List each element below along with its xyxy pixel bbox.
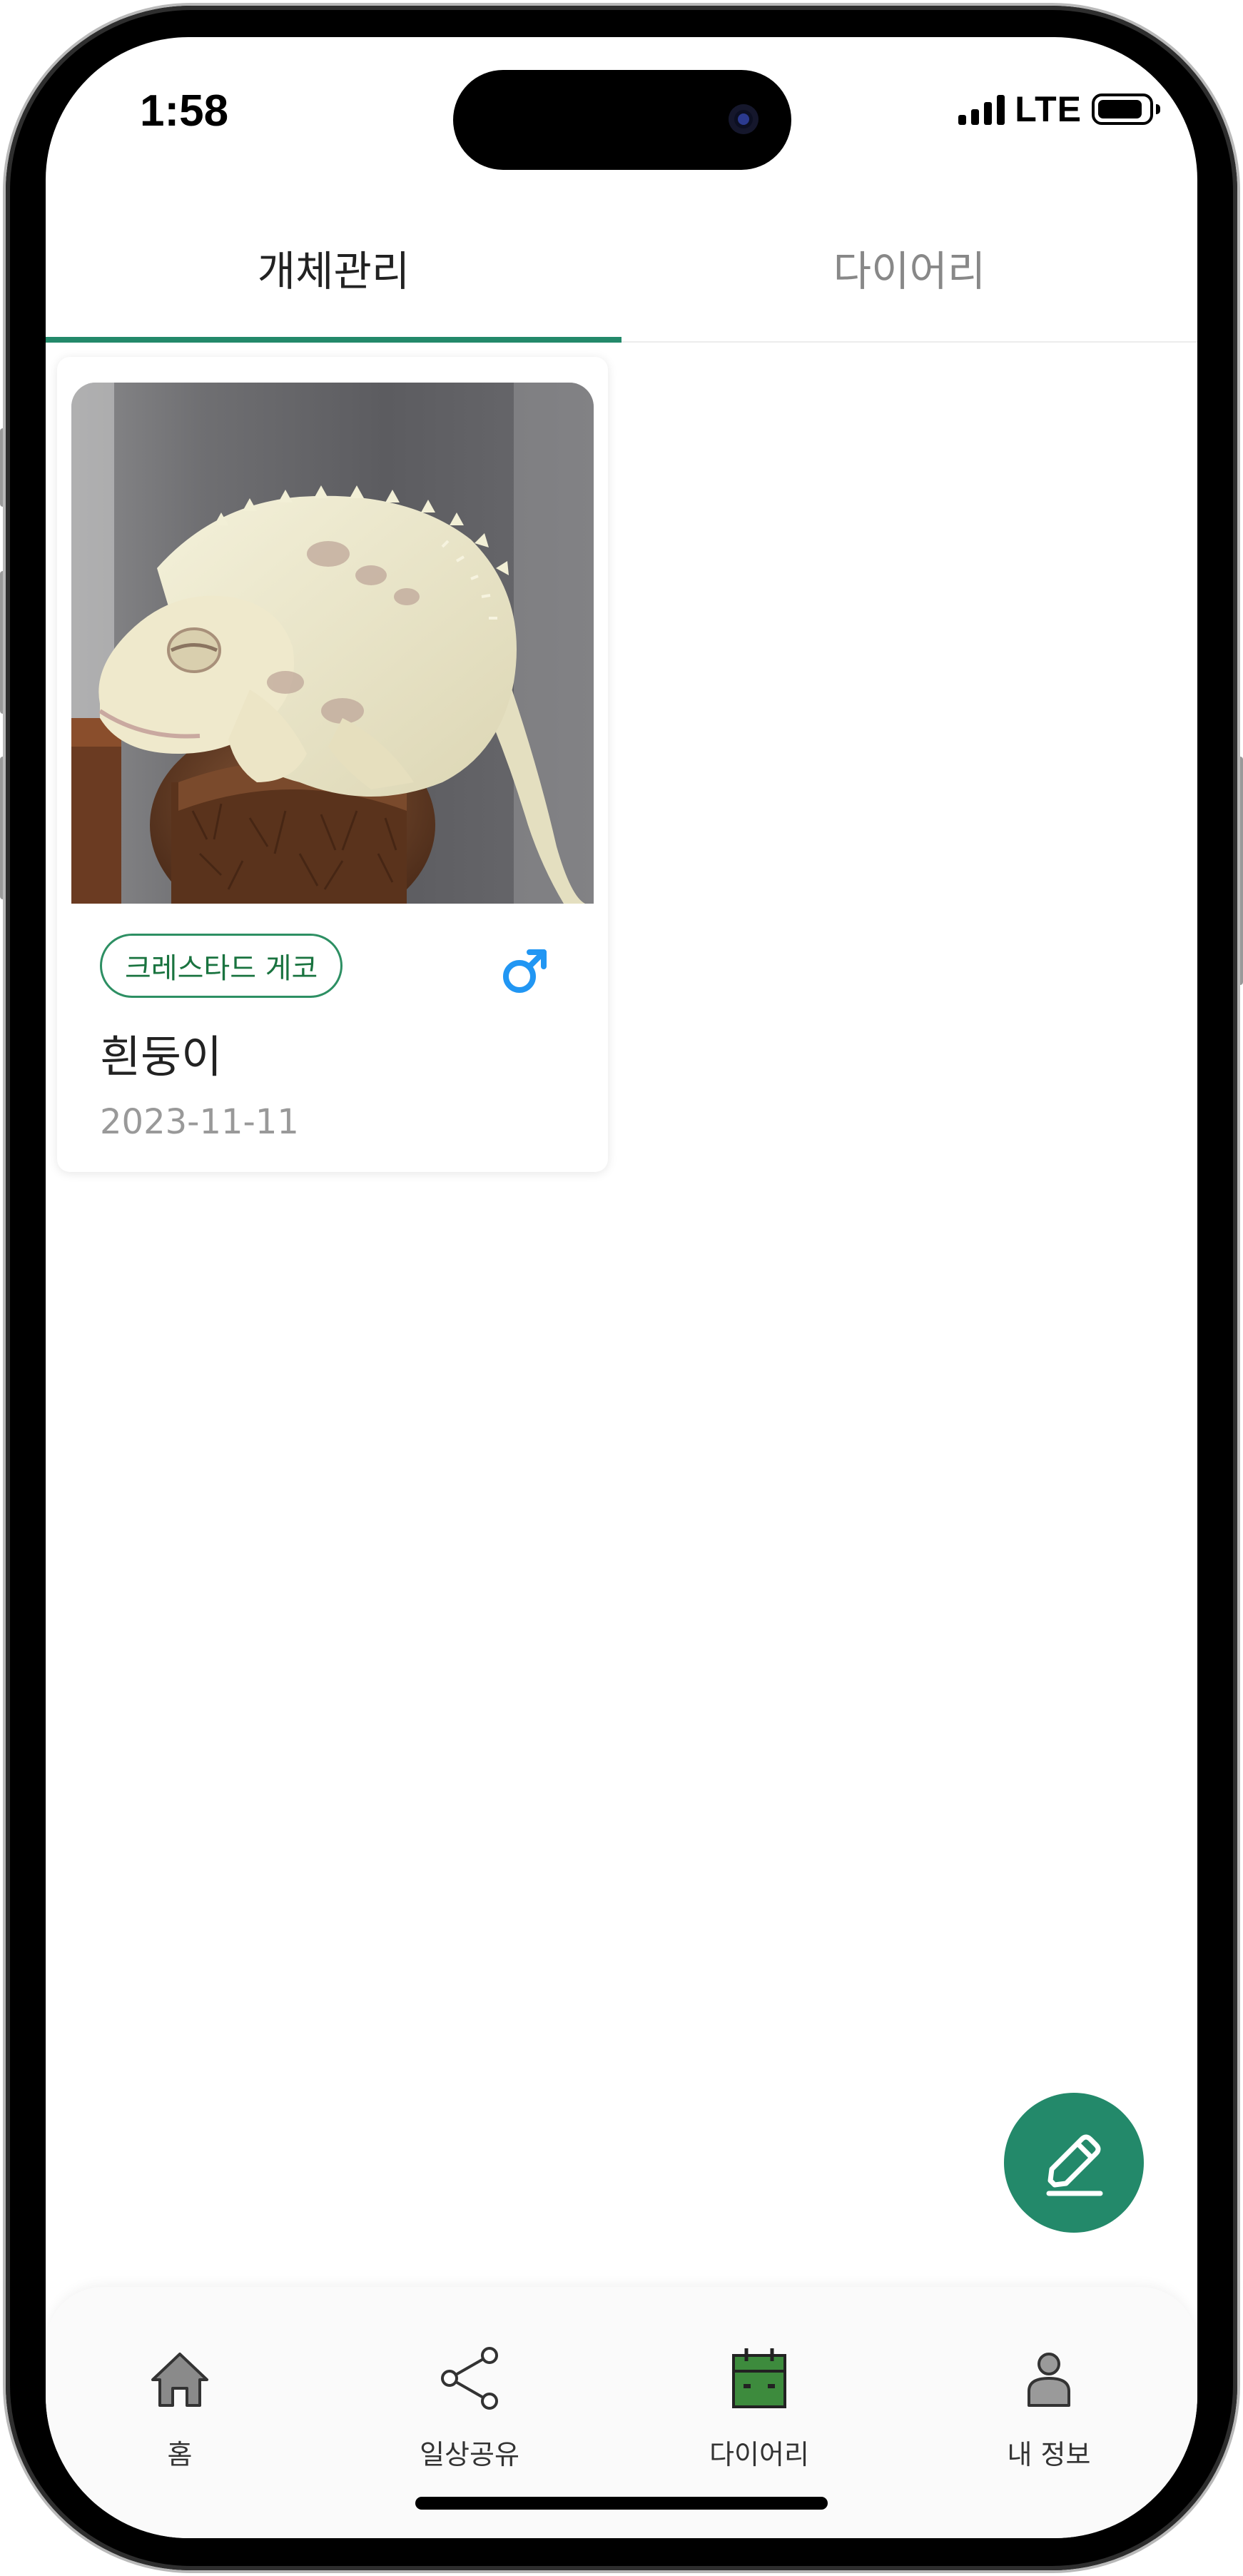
dynamic-island xyxy=(453,70,791,170)
nav-item-home[interactable]: 홈 xyxy=(73,2344,287,2487)
write-button[interactable] xyxy=(1004,2093,1144,2233)
nav-item-profile[interactable]: 내 정보 xyxy=(942,2344,1156,2487)
nav-label-diary: 다이어리 xyxy=(709,2439,809,2470)
battery-icon xyxy=(1092,94,1160,125)
species-tag: 크레스타드 게코 xyxy=(100,934,343,998)
status-time: 1:58 xyxy=(140,86,229,136)
nav-item-share[interactable]: 일상공유 xyxy=(362,2344,577,2487)
signal-icon xyxy=(958,94,1005,125)
gecko-photo xyxy=(71,383,594,904)
male-icon xyxy=(503,949,547,993)
animal-date: 2023-11-11 xyxy=(100,1102,299,1142)
calendar-icon xyxy=(732,2348,786,2408)
animal-name: 흰둥이 xyxy=(100,1031,223,1083)
nav-item-diary[interactable]: 다이어리 xyxy=(652,2344,866,2487)
pencil-icon xyxy=(1046,2134,1103,2196)
tab-diary[interactable]: 다이어리 xyxy=(622,194,1197,341)
status-indicators: LTE xyxy=(958,89,1160,130)
nav-label-profile: 내 정보 xyxy=(1007,2439,1091,2470)
tab-animal-management[interactable]: 개체관리 xyxy=(46,194,622,341)
animal-card[interactable]: 크레스타드 게코 흰둥이 2023-11-11 xyxy=(57,357,608,1172)
nav-label-share: 일상공유 xyxy=(420,2439,519,2470)
network-label: LTE xyxy=(1015,89,1082,129)
active-tab-indicator xyxy=(46,337,622,343)
tab-bar: 개체관리 다이어리 xyxy=(46,194,1197,343)
camera-icon xyxy=(729,104,759,134)
home-indicator[interactable] xyxy=(415,2497,828,2510)
nav-label-home: 홈 xyxy=(167,2439,193,2470)
user-icon xyxy=(1028,2353,1070,2407)
app-screen: 1:58 LTE 개체관리 다이어리 크레스타드 게코 흰둥이 2023-11-… xyxy=(46,37,1197,2538)
home-icon xyxy=(151,2353,208,2407)
share-icon xyxy=(441,2347,498,2410)
